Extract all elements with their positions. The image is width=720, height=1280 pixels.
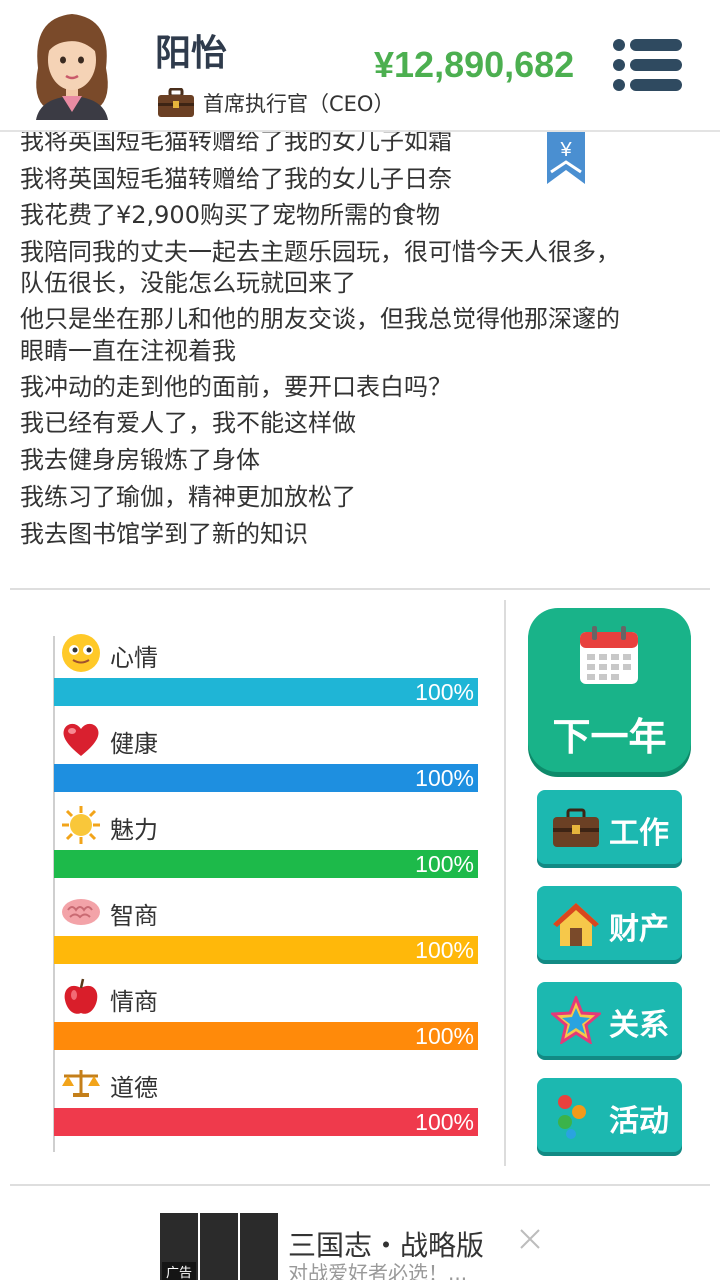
smiley-icon: [62, 634, 100, 672]
next-year-button[interactable]: 下一年: [528, 608, 691, 772]
log-line: 我冲动的走到他的面前，要开口表白吗？: [20, 373, 452, 401]
stat-bar-eq: 100%: [54, 1022, 478, 1050]
stat-value-morality: 100%: [415, 1109, 474, 1135]
activity-dots-icon: [558, 1095, 586, 1139]
bookmark-symbol: ¥: [559, 139, 572, 161]
stat-value-eq: 100%: [415, 1023, 474, 1049]
log-line: 我去健身房锻炼了身体: [20, 446, 260, 474]
avatar[interactable]: [28, 8, 116, 120]
calendar-icon: [580, 626, 638, 684]
player-name: 阳怡: [155, 33, 228, 74]
briefcase-icon: [158, 88, 194, 117]
stat-label-eq: 情商: [110, 988, 158, 1016]
activities-button[interactable]: 活动: [537, 1078, 682, 1152]
star-icon: [551, 996, 601, 1044]
vertical-divider: [504, 600, 506, 1166]
log-line: 我将英国短毛猫转赠给了我的女儿子如霜: [20, 132, 452, 155]
ad-thumbnail: [200, 1213, 238, 1280]
sun-icon: [62, 806, 100, 844]
stat-bar-mood: 100%: [54, 678, 478, 706]
next-year-label: 下一年: [552, 715, 667, 759]
stat-label-iq: 智商: [110, 902, 158, 930]
log-line: 我去图书馆学到了新的知识: [20, 520, 308, 548]
header: 阳怡 首席执行官（CEO） ¥12,890,682: [0, 0, 720, 132]
relations-label: 关系: [609, 1008, 669, 1043]
log-line: 我花费了¥2,900购买了宠物所需的食物: [20, 201, 440, 229]
stat-value-mood: 100%: [415, 679, 474, 705]
stat-bar-morality: 100%: [54, 1108, 478, 1136]
stat-label-health: 健康: [110, 730, 158, 758]
brain-icon: [62, 899, 100, 925]
ad-subtitle[interactable]: 对战爱好者必选！...: [288, 1257, 467, 1280]
log-line: 我练习了瑜伽，精神更加放松了: [20, 483, 356, 511]
ad-thumbnail: [240, 1213, 278, 1280]
apple-icon: [64, 978, 98, 1014]
work-label: 工作: [609, 816, 669, 851]
divider: [10, 588, 710, 590]
log-line: 我将英国短毛猫转赠给了我的女儿子日奈: [20, 165, 452, 193]
log-line: 眼睛一直在注视着我: [20, 337, 236, 365]
work-button[interactable]: 工作: [537, 790, 682, 864]
job-title: 首席执行官（CEO）: [203, 92, 395, 116]
heart-icon: [63, 723, 99, 756]
ad-tag: 广告: [162, 1262, 197, 1280]
activities-label: 活动: [609, 1104, 669, 1139]
job-info: 首席执行官（CEO）: [157, 86, 394, 120]
stat-bar-charm: 100%: [54, 850, 478, 878]
stat-label-morality: 道德: [110, 1074, 158, 1102]
stat-bar-health: 100%: [54, 764, 478, 792]
relations-button[interactable]: 关系: [537, 982, 682, 1056]
divider: [10, 1184, 710, 1186]
log-line: 我已经有爱人了，我不能这样做: [20, 409, 356, 437]
stat-value-iq: 100%: [415, 937, 474, 963]
stat-label-charm: 魅力: [110, 816, 158, 844]
briefcase-icon: [553, 808, 599, 847]
money-bookmark-icon[interactable]: ¥: [547, 132, 585, 184]
close-icon[interactable]: [517, 1226, 543, 1252]
menu-icon[interactable]: [612, 36, 684, 94]
scales-icon: [62, 1070, 100, 1097]
log-line: 我陪同我的丈夫一起去主题乐园玩，很可惜今天人很多，: [20, 238, 620, 266]
money-balance: ¥12,890,682: [374, 44, 575, 85]
stat-value-health: 100%: [415, 765, 474, 791]
house-icon: [553, 903, 599, 946]
log-line: 他只是坐在那儿和他的朋友交谈，但我总觉得他那深邃的: [20, 305, 620, 333]
log-line: 队伍很长，没能怎么玩就回来了: [20, 269, 356, 297]
stat-bar-iq: 100%: [54, 936, 478, 964]
stat-value-charm: 100%: [415, 851, 474, 877]
event-log[interactable]: 我将英国短毛猫转赠给了我的女儿子如霜 我将英国短毛猫转赠给了我的女儿子日奈 我花…: [0, 132, 720, 588]
property-button[interactable]: 财产: [537, 886, 682, 960]
stat-label-mood: 心情: [110, 644, 158, 672]
stats-axis: [53, 636, 55, 1152]
property-label: 财产: [609, 912, 669, 947]
